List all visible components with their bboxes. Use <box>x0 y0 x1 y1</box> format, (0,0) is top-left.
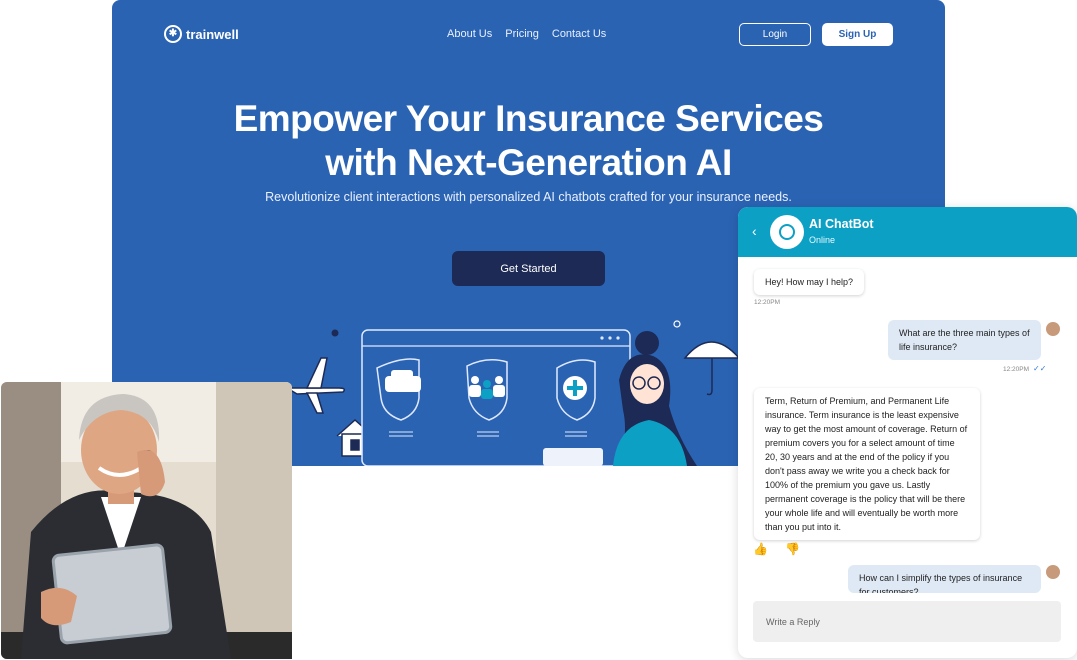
user-avatar <box>1046 565 1060 579</box>
get-started-button[interactable]: Get Started <box>452 251 605 286</box>
browser-window-graphic <box>361 329 631 466</box>
bot-message: Term, Return of Premium, and Permanent L… <box>754 388 980 540</box>
thumbs-down-icon[interactable]: 👎 <box>785 542 800 556</box>
hero-illustration <box>284 320 741 466</box>
bot-status: Online <box>809 235 836 245</box>
bot-avatar <box>770 215 804 249</box>
user-message: What are the three main types of life in… <box>888 320 1041 360</box>
hero-title-line-2: with Next-Generation AI <box>325 142 732 183</box>
chatbot-widget: ‹ AI ChatBot Online Hey! How may I help?… <box>738 207 1077 658</box>
reply-input[interactable]: Write a Reply <box>753 601 1061 642</box>
read-check-icon: ✓✓ <box>1033 364 1047 373</box>
logo[interactable]: ✱ trainwell <box>164 25 239 43</box>
businessman-photo <box>1 382 292 659</box>
signup-button[interactable]: Sign Up <box>822 23 893 46</box>
user-message: How can I simplify the types of insuranc… <box>848 565 1041 593</box>
message-time: 12:20PM <box>1003 366 1030 373</box>
airplane-icon <box>284 357 346 414</box>
hero-subtitle: Revolutionize client interactions with p… <box>265 190 792 204</box>
logo-icon: ✱ <box>164 25 182 43</box>
nav-about-us[interactable]: About Us <box>447 28 492 40</box>
login-button[interactable]: Login <box>739 23 811 46</box>
chat-header: ‹ AI ChatBot Online <box>738 207 1077 257</box>
nav-links: About Us Pricing Contact Us <box>447 28 606 40</box>
hero-title-line-1: Empower Your Insurance Services <box>233 98 824 139</box>
photo-image <box>1 382 292 659</box>
umbrella-icon <box>683 341 741 396</box>
message-time: 12:20PM <box>754 299 781 306</box>
nav-contact-us[interactable]: Contact Us <box>552 28 606 40</box>
back-arrow-icon[interactable]: ‹ <box>752 223 757 239</box>
nav-pricing[interactable]: Pricing <box>505 28 539 40</box>
bot-message: Hey! How may I help? <box>754 269 865 295</box>
hero-title: Empower Your Insurance Services with Nex… <box>112 97 945 185</box>
user-avatar <box>1046 322 1060 336</box>
page: ✱ trainwell About Us Pricing Contact Us … <box>0 0 1077 660</box>
thumbs-up-icon[interactable]: 👍 <box>753 542 768 556</box>
logo-text: trainwell <box>186 26 239 42</box>
dot-decoration <box>331 329 339 337</box>
bot-name: AI ChatBot <box>809 217 874 231</box>
